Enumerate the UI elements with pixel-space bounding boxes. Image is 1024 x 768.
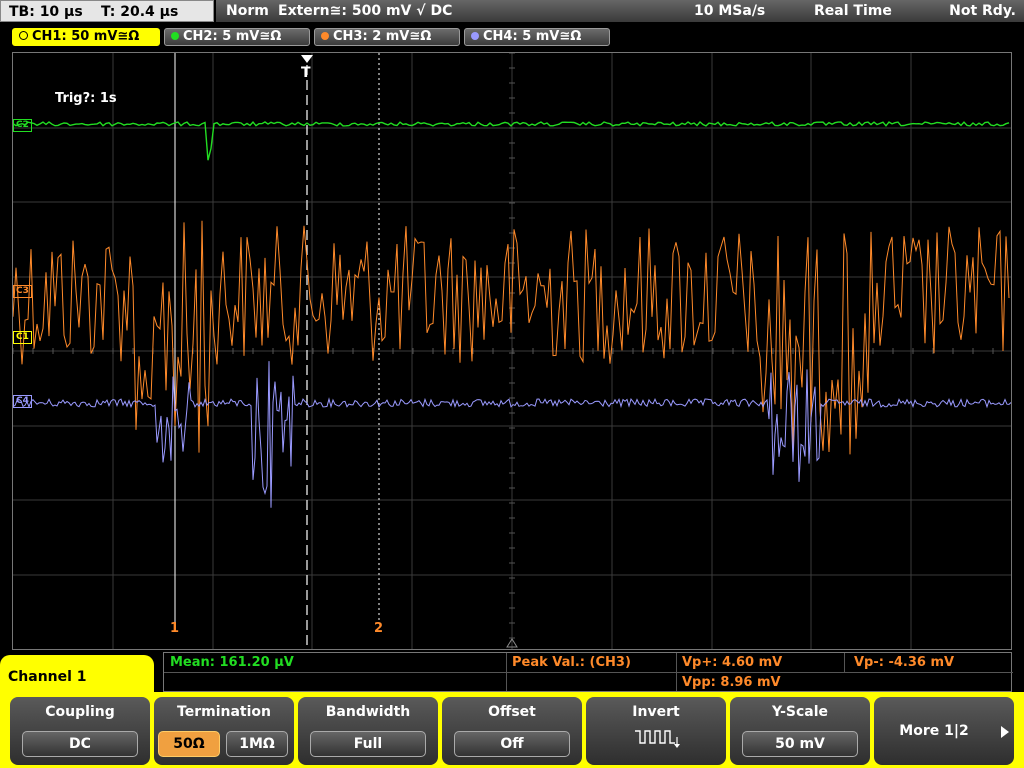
peak-value-label: Peak Val.: (CH3) [512,655,631,670]
yscale-title: Y-Scale [771,704,828,720]
coupling-value[interactable]: DC [22,731,138,757]
timebase-box[interactable]: TB: 10 µs T: 20.4 µs [0,0,214,22]
invert-pulse-icon [635,730,680,748]
bandwidth-value[interactable]: Full [310,731,426,757]
termination-1mohm-option[interactable]: 1MΩ [226,731,288,757]
acquisition-bar[interactable]: Norm Extern≅: 500 mV √ DC 10 MSa/s Real … [216,0,1024,22]
ch2-dot-icon [171,32,179,40]
vp-minus-measurement: Vp-: -4.36 mV [854,655,955,670]
ch4-dot-icon [471,32,479,40]
graticule-grid [13,53,1011,649]
ch1-ground-marker[interactable]: C1 [13,331,32,344]
cursor-1-label[interactable]: 1 [170,621,179,636]
vp-plus-measurement: Vp+: 4.60 mV [682,655,783,670]
ch1-ring-icon [19,31,28,40]
tab-ch2[interactable]: CH2: 5 mV≅Ω [164,28,310,46]
more-title: More 1|2 [899,723,969,739]
tab-ch1[interactable]: CH1: 50 mV≅Ω [12,28,160,46]
tab-ch2-label: CH2: 5 mV≅Ω [183,29,282,44]
trigger-status: Trig?: 1s [55,91,117,106]
status-bar: TB: 10 µs T: 20.4 µs Norm Extern≅: 500 m… [0,0,1024,24]
coupling-softkey[interactable]: Coupling DC [10,697,150,765]
trigger-source: Extern≅: 500 mV √ DC [278,3,453,19]
ch3-dot-icon [321,32,329,40]
coupling-title: Coupling [45,704,115,720]
bandwidth-softkey[interactable]: Bandwidth Full [298,697,438,765]
acquisition-mode: Real Time [814,3,892,19]
more-softkey[interactable]: More 1|2 [874,697,1014,765]
acquisition-state: Not Rdy. [949,3,1016,19]
invert-softkey[interactable]: Invert [586,697,726,765]
trigger-marker-label: T [301,65,311,81]
trigger-position-arrow-icon [301,55,313,63]
trigger-time-readout: T: 20.4 µs [101,4,179,20]
mean-measurement: Mean: 161.20 µV [170,655,294,670]
offset-softkey[interactable]: Offset Off [442,697,582,765]
termination-50ohm-option[interactable]: 50Ω [158,731,220,757]
termination-title: Termination [177,704,271,720]
chevron-right-icon [1001,726,1009,738]
menu-title: Channel 1 [0,655,154,697]
waveform-display[interactable]: Trig?: 1s T 1 2 C2 C3 C1 C4 [12,52,1012,650]
yscale-value[interactable]: 50 mV [742,731,858,757]
invert-title: Invert [632,704,680,720]
waveform-canvas [13,53,1011,649]
termination-softkey[interactable]: Termination 50Ω 1MΩ [154,697,294,765]
bandwidth-title: Bandwidth [325,704,411,720]
tab-ch1-label: CH1: 50 mV≅Ω [32,29,140,44]
ch3-ground-marker[interactable]: C3 [13,285,32,298]
tab-ch4-label: CH4: 5 mV≅Ω [483,29,582,44]
tab-ch3-label: CH3: 2 mV≅Ω [333,29,432,44]
offset-value[interactable]: Off [454,731,570,757]
ch4-ground-marker[interactable]: C4 [13,395,32,408]
graticule-center-ticks [13,53,994,639]
offset-title: Offset [488,704,536,720]
sample-rate: 10 MSa/s [694,3,766,19]
tab-ch3[interactable]: CH3: 2 mV≅Ω [314,28,460,46]
vpp-measurement: Vpp: 8.96 mV [682,675,781,690]
timebase-readout: TB: 10 µs [9,4,83,20]
trigger-mode: Norm [226,3,269,19]
measurement-panel: Mean: 161.20 µV Peak Val.: (CH3) Vp+: 4.… [163,652,1013,692]
yscale-softkey[interactable]: Y-Scale 50 mV [730,697,870,765]
cursor-2-label[interactable]: 2 [374,621,383,636]
tab-ch4[interactable]: CH4: 5 mV≅Ω [464,28,610,46]
ch2-ground-marker[interactable]: C2 [13,119,32,132]
